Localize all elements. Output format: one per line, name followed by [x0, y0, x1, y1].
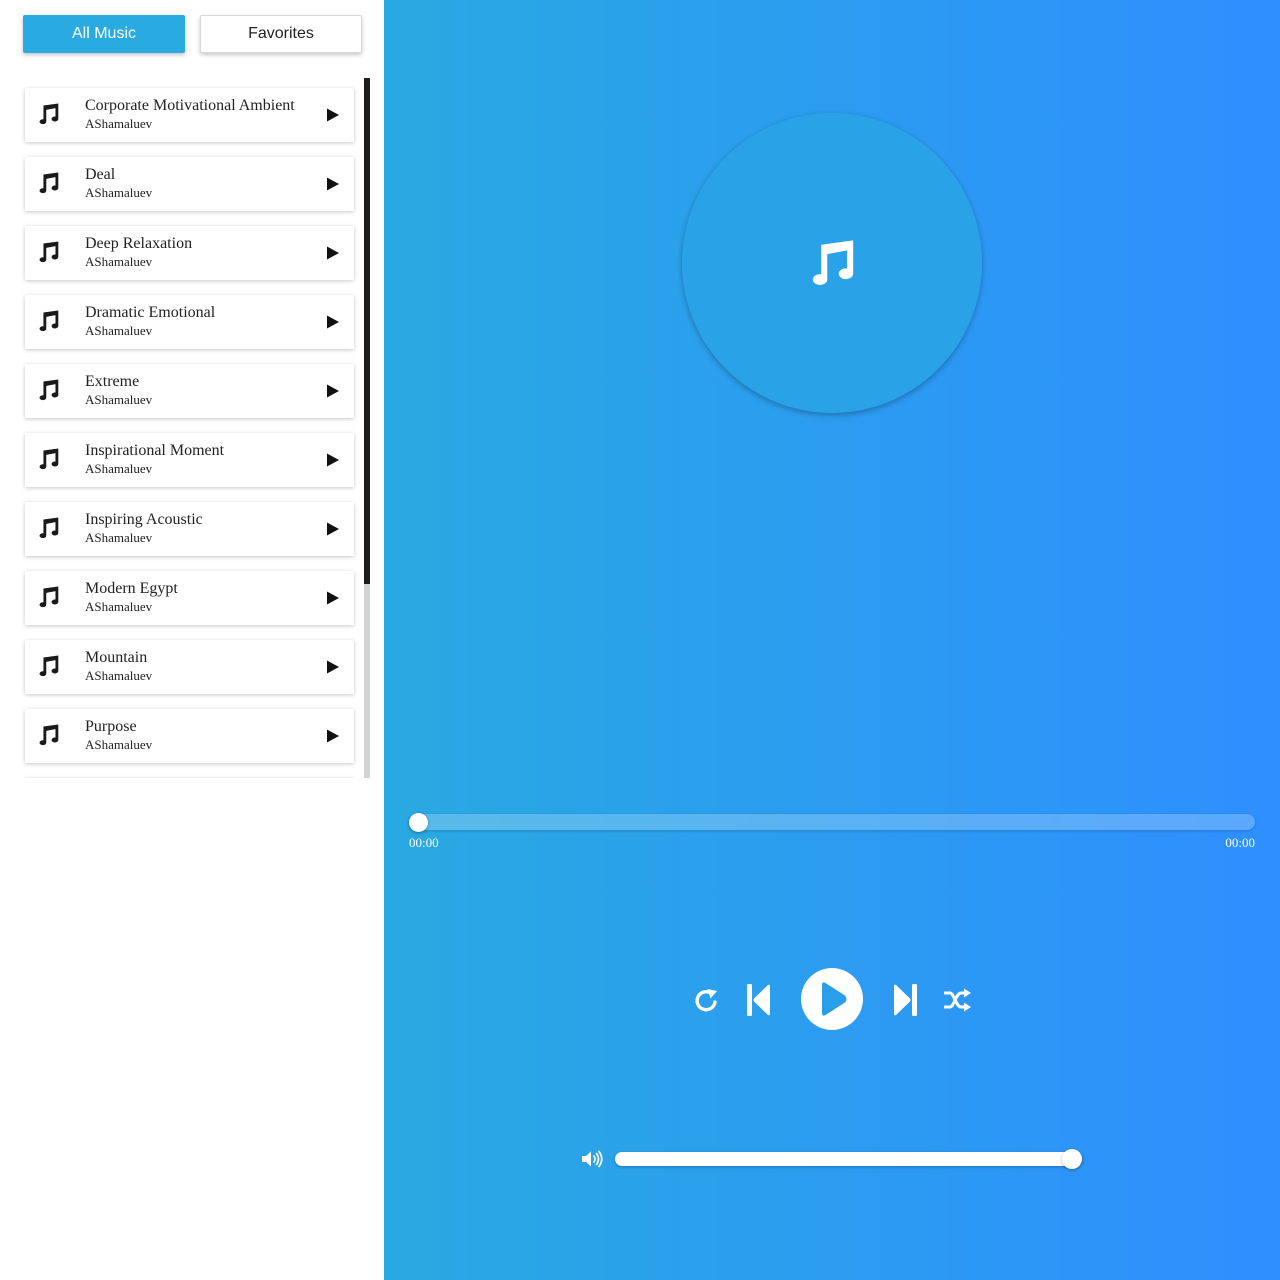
repeat-icon[interactable]: [693, 985, 721, 1015]
music-note-icon: [39, 448, 59, 470]
track-artist: AShamaluev: [85, 461, 153, 476]
track-item[interactable]: Deep Relaxation AShamaluev: [25, 226, 354, 280]
track-artist: AShamaluev: [85, 530, 153, 545]
track-item[interactable]: Deal AShamaluev: [25, 157, 354, 211]
music-note-icon: [39, 103, 59, 125]
track-item[interactable]: Inspirational Moment AShamaluev: [25, 433, 354, 487]
track-item[interactable]: Dramatic Emotional AShamaluev: [25, 295, 354, 349]
skip-next-icon[interactable]: [892, 983, 918, 1017]
total-time: 00:00: [1225, 835, 1255, 850]
track-list[interactable]: Corporate Motivational Ambient AShamaluev…: [0, 78, 372, 778]
track-item[interactable]: Extreme AShamaluev: [25, 364, 354, 418]
track-artist: AShamaluev: [85, 254, 153, 269]
player-panel: 00:00 00:00: [384, 0, 1280, 1280]
playlist-panel: All Music Favorites Corporate Motivation…: [0, 0, 384, 1280]
play-icon[interactable]: [326, 522, 340, 536]
play-icon[interactable]: [326, 660, 340, 674]
music-player-app: All Music Favorites Corporate Motivation…: [0, 0, 1280, 1280]
music-note-icon: [39, 310, 59, 332]
scrollbar-thumb[interactable]: [364, 78, 370, 584]
track-title: Modern Egypt: [85, 580, 178, 597]
music-note-icon: [39, 724, 59, 746]
play-icon[interactable]: [326, 177, 340, 191]
track-title: Inspirational Moment: [85, 442, 225, 459]
skip-previous-icon[interactable]: [746, 983, 772, 1017]
track-title: Deal: [85, 166, 116, 183]
track-item[interactable]: Modern Egypt AShamaluev: [25, 571, 354, 625]
progress-bar[interactable]: [409, 814, 1255, 830]
tab-favorites[interactable]: Favorites: [200, 15, 362, 53]
volume-thumb[interactable]: [1062, 1149, 1082, 1169]
track-title: Corporate Motivational Ambient: [85, 97, 295, 114]
music-note-icon: [39, 379, 59, 401]
play-icon[interactable]: [326, 108, 340, 122]
track-artist: AShamaluev: [85, 116, 153, 131]
play-button[interactable]: [801, 968, 863, 1030]
volume-slider[interactable]: [615, 1152, 1082, 1166]
music-note-icon: [39, 586, 59, 608]
track-artist: AShamaluev: [85, 599, 153, 614]
current-time: 00:00: [409, 835, 439, 850]
track-artist: AShamaluev: [85, 392, 153, 407]
volume-icon[interactable]: [581, 1150, 603, 1168]
track-artist: AShamaluev: [85, 737, 153, 752]
play-icon[interactable]: [326, 591, 340, 605]
play-icon[interactable]: [326, 315, 340, 329]
play-icon: [822, 982, 847, 1016]
track-title: Mountain: [85, 649, 148, 666]
music-note-icon: [39, 517, 59, 539]
music-note-icon: [39, 241, 59, 263]
play-icon[interactable]: [326, 453, 340, 467]
track-artist: AShamaluev: [85, 185, 153, 200]
tab-all-music[interactable]: All Music: [23, 15, 185, 53]
track-title: Extreme: [85, 373, 140, 390]
track-title: Dramatic Emotional: [85, 304, 216, 321]
track-artist: AShamaluev: [85, 323, 153, 338]
play-icon[interactable]: [326, 246, 340, 260]
music-note-icon: [812, 240, 854, 285]
music-note-icon: [39, 655, 59, 677]
track-title: Inspiring Acoustic: [85, 511, 203, 528]
track-item[interactable]: Purpose AShamaluev: [25, 709, 354, 763]
play-icon[interactable]: [326, 729, 340, 743]
track-title: Purpose: [85, 718, 137, 735]
track-item[interactable]: Inspiring Acoustic AShamaluev: [25, 502, 354, 556]
album-cover: [682, 113, 982, 413]
music-note-icon: [39, 172, 59, 194]
shuffle-icon[interactable]: [944, 988, 971, 1012]
track-title: Deep Relaxation: [85, 235, 193, 252]
track-item[interactable]: Mountain AShamaluev: [25, 640, 354, 694]
progress-thumb[interactable]: [409, 813, 428, 832]
track-item[interactable]: Corporate Motivational Ambient AShamaluev: [25, 88, 354, 142]
track-artist: AShamaluev: [85, 668, 153, 683]
play-icon[interactable]: [326, 384, 340, 398]
